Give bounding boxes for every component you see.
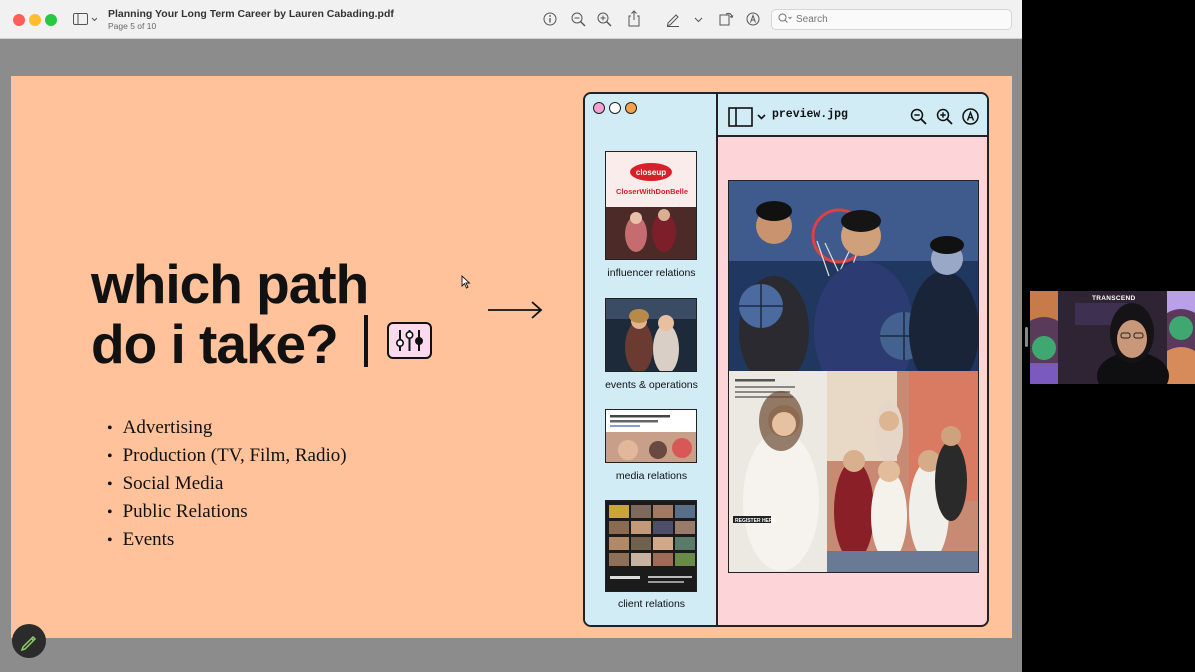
slide-headline: which path do i take?	[91, 253, 369, 375]
presenter-video-tile: TRANSCEND	[1030, 291, 1195, 384]
mouse-pointer-icon	[461, 275, 471, 289]
thumbnail-events-operations	[605, 298, 697, 372]
list-item: Events	[107, 526, 347, 554]
search-input[interactable]	[796, 12, 996, 27]
mock-annotate-icon	[962, 108, 979, 130]
title-bar: Planning Your Long Term Career by Lauren…	[0, 0, 1022, 39]
mock-thumbnail-sidebar: closeup CloserWithDonBelle influencer re…	[585, 94, 718, 625]
preview-photo-collage: REGISTER HERE	[728, 180, 979, 573]
zoom-out-icon[interactable]	[571, 12, 586, 30]
minimize-window-button[interactable]	[29, 14, 41, 26]
list-item: Public Relations	[107, 498, 347, 526]
search-icon	[778, 13, 792, 27]
search-field[interactable]	[771, 9, 1012, 30]
mock-preview-window: closeup CloserWithDonBelle influencer re…	[583, 92, 989, 627]
video-resize-handle[interactable]	[1025, 327, 1028, 347]
thumbnail-influencer-relations: closeup CloserWithDonBelle	[605, 151, 697, 260]
headline-line-1: which path	[91, 253, 369, 315]
pdf-slide-page: which path do i take? Advertising Produc…	[11, 76, 1012, 638]
document-title: Planning Your Long Term Career by Lauren…	[108, 8, 394, 20]
list-item: Social Media	[107, 470, 347, 498]
sliders-icon	[387, 322, 432, 359]
mock-sidebar-icon	[728, 107, 768, 132]
thumbnail-label: events & operations	[605, 379, 698, 391]
mock-file-name: preview.jpg	[772, 108, 848, 121]
page-indicator: Page 5 of 10	[108, 21, 157, 31]
text-cursor-bar	[364, 315, 368, 367]
thumbnail-label: client relations	[617, 598, 686, 610]
list-item: Production (TV, Film, Radio)	[107, 442, 347, 470]
rotate-icon[interactable]	[719, 11, 734, 29]
thumbnail-media-relations	[605, 409, 697, 463]
thumbnail-label: influencer relations	[607, 267, 696, 279]
mock-dot-white	[609, 102, 621, 114]
share-icon[interactable]	[627, 10, 641, 30]
sidebar-icon[interactable]	[73, 13, 98, 29]
list-item: Advertising	[107, 414, 347, 442]
mock-zoom-in-icon	[936, 108, 953, 130]
info-icon[interactable]	[543, 12, 557, 29]
headline-line-2: do i take?	[91, 313, 339, 375]
mock-dot-orange	[625, 102, 637, 114]
thumb-brand-text: closeup	[636, 168, 666, 177]
pencil-icon[interactable]	[665, 11, 681, 30]
annotate-icon[interactable]	[746, 12, 760, 29]
maximize-window-button[interactable]	[45, 14, 57, 26]
thumbnail-client-relations	[605, 500, 697, 592]
career-path-list: Advertising Production (TV, Film, Radio)…	[107, 414, 347, 554]
chevron-down-icon[interactable]	[694, 13, 703, 27]
mock-dot-pink	[593, 102, 605, 114]
thumbnail-label: media relations	[615, 470, 688, 482]
close-window-button[interactable]	[13, 14, 25, 26]
right-arrow-icon	[488, 301, 543, 319]
preview-app-window: Planning Your Long Term Career by Lauren…	[0, 0, 1022, 672]
markup-pencil-button[interactable]	[12, 624, 46, 658]
register-here-text: REGISTER HERE	[735, 518, 777, 524]
mock-toolbar: preview.jpg	[718, 94, 987, 137]
pencil-icon	[20, 635, 37, 652]
video-background-caption: TRANSCEND	[1092, 295, 1136, 302]
zoom-in-icon[interactable]	[597, 12, 612, 30]
mock-zoom-out-icon	[910, 108, 927, 130]
thumb-banner-text: CloserWithDonBelle	[616, 187, 688, 196]
